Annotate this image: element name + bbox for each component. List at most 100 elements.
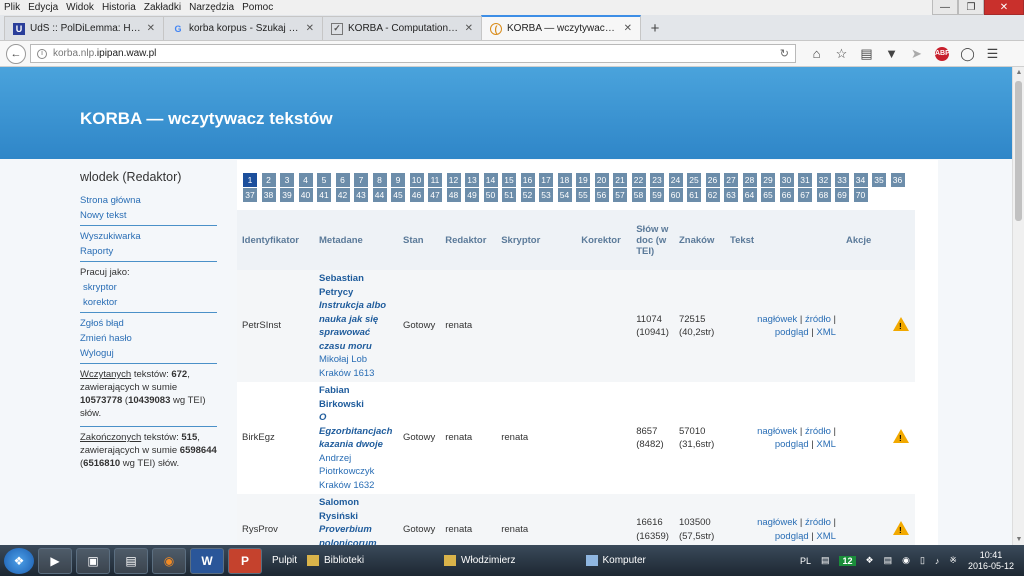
windows-start-icon[interactable]: ❖	[4, 547, 34, 574]
minimize-icon[interactable]: —	[932, 0, 958, 15]
page-link-24[interactable]: 24	[668, 173, 683, 187]
send-icon[interactable]: ➤	[904, 46, 929, 62]
page-link-52[interactable]: 52	[520, 188, 535, 202]
page-link-44[interactable]: 44	[372, 188, 387, 202]
page-link-54[interactable]: 54	[557, 188, 572, 202]
link-xml[interactable]: XML	[816, 531, 836, 542]
warning-icon[interactable]: !	[893, 520, 909, 535]
page-link-26[interactable]: 26	[705, 173, 720, 187]
link-source[interactable]: źródło	[805, 426, 831, 437]
page-link-22[interactable]: 22	[631, 173, 646, 187]
hamburger-menu-icon[interactable]: ☰	[980, 46, 1005, 62]
close-tab-icon[interactable]: ✕	[306, 23, 314, 34]
page-link-65[interactable]: 65	[761, 188, 775, 202]
adblock-plus-icon[interactable]: ABP	[935, 46, 950, 61]
page-link-48[interactable]: 48	[446, 188, 461, 202]
volume-icon[interactable]: ♪	[935, 556, 940, 566]
sidebar-link-search[interactable]: Wyszukiwarka	[80, 230, 217, 243]
link-xml[interactable]: XML	[816, 327, 836, 338]
page-link-45[interactable]: 45	[391, 188, 405, 202]
page-link-9[interactable]: 9	[391, 173, 405, 187]
link-preview[interactable]: podgląd	[775, 439, 809, 450]
page-link-18[interactable]: 18	[557, 173, 572, 187]
restore-icon[interactable]: ❐	[958, 0, 984, 15]
menu-plik[interactable]: Plik	[0, 2, 24, 13]
page-link-25[interactable]: 25	[687, 173, 701, 187]
tab-google[interactable]: G korba korpus - Szukaj w Go... ✕	[163, 16, 323, 40]
taskbar-item-wlodzimierz[interactable]: Włodzimierz	[444, 555, 516, 566]
tray-app-icon[interactable]: ▤	[821, 555, 830, 566]
page-link-67[interactable]: 67	[798, 188, 812, 202]
page-link-39[interactable]: 39	[280, 188, 294, 202]
page-link-64[interactable]: 64	[742, 188, 757, 202]
reload-icon[interactable]: ↻	[780, 47, 789, 60]
menu-pomoc[interactable]: Pomoc	[238, 2, 277, 13]
scrollbar-thumb[interactable]	[1015, 81, 1022, 221]
page-link-66[interactable]: 66	[779, 188, 794, 202]
menu-historia[interactable]: Historia	[98, 2, 140, 13]
page-link-69[interactable]: 69	[835, 188, 849, 202]
page-link-31[interactable]: 31	[798, 173, 812, 187]
chat-bubble-icon[interactable]: ◯	[955, 46, 980, 62]
page-link-13[interactable]: 13	[465, 173, 479, 187]
col-chars[interactable]: Znaków	[673, 210, 725, 270]
menu-edycja[interactable]: Edycja	[24, 2, 62, 13]
close-tab-icon[interactable]: ✕	[465, 23, 473, 34]
bookmarks-library-icon[interactable]: ▤	[854, 46, 879, 62]
page-link-58[interactable]: 58	[631, 188, 646, 202]
col-words[interactable]: Słów w doc (w TEI)	[631, 210, 674, 270]
calendar-badge[interactable]: 12	[839, 555, 856, 566]
col-meta[interactable]: Metadane	[314, 210, 398, 270]
sidebar-link-reports[interactable]: Raporty	[80, 245, 217, 258]
page-link-3[interactable]: 3	[280, 173, 294, 187]
tab-korba-cl[interactable]: ✓ KORBA - Computational Li... ✕	[322, 16, 482, 40]
sidebar-link-korektor[interactable]: korektor	[80, 296, 217, 309]
page-link-46[interactable]: 46	[409, 188, 424, 202]
toolbox-icon[interactable]: ▣	[76, 547, 110, 574]
link-source[interactable]: źródło	[805, 314, 831, 325]
page-link-20[interactable]: 20	[594, 173, 609, 187]
page-link-42[interactable]: 42	[335, 188, 350, 202]
taskbar-item-komputer[interactable]: Komputer	[585, 555, 646, 566]
link-header[interactable]: nagłówek	[757, 426, 797, 437]
col-editor[interactable]: Redaktor	[440, 210, 497, 270]
page-link-40[interactable]: 40	[298, 188, 313, 202]
col-id[interactable]: Identyfikator	[237, 210, 314, 270]
sidebar-link-logout[interactable]: Wyloguj	[80, 347, 217, 360]
page-link-29[interactable]: 29	[761, 173, 775, 187]
col-state[interactable]: Stan	[398, 210, 441, 270]
page-link-4[interactable]: 4	[298, 173, 313, 187]
page-link-60[interactable]: 60	[668, 188, 683, 202]
page-link-2[interactable]: 2	[261, 173, 276, 187]
page-link-11[interactable]: 11	[428, 173, 442, 187]
page-link-59[interactable]: 59	[650, 188, 664, 202]
home-icon[interactable]: ⌂	[804, 46, 829, 61]
media-player-icon[interactable]: ▶	[38, 547, 72, 574]
page-link-55[interactable]: 55	[576, 188, 590, 202]
menu-widok[interactable]: Widok	[62, 2, 98, 13]
windows-flag-icon[interactable]: ❖	[866, 555, 874, 566]
address-bar[interactable]: i korba.nlp.ipipan.waw.pl ↻	[30, 44, 796, 63]
page-link-53[interactable]: 53	[539, 188, 553, 202]
page-link-35[interactable]: 35	[872, 173, 886, 187]
warning-icon[interactable]: !	[893, 316, 909, 331]
page-link-30[interactable]: 30	[779, 173, 794, 187]
battery-icon[interactable]: ▯	[920, 555, 925, 566]
clock[interactable]: 10:41 2016-05-12	[968, 550, 1014, 572]
shield-icon[interactable]: ◉	[902, 555, 910, 566]
page-link-12[interactable]: 12	[446, 173, 461, 187]
page-link-68[interactable]: 68	[816, 188, 831, 202]
page-link-61[interactable]: 61	[687, 188, 701, 202]
link-xml[interactable]: XML	[816, 439, 836, 450]
sidebar-link-home[interactable]: Strona główna	[80, 194, 217, 207]
page-link-51[interactable]: 51	[502, 188, 516, 202]
site-info-icon[interactable]: i	[37, 48, 47, 59]
link-header[interactable]: nagłówek	[757, 517, 797, 528]
page-link-17[interactable]: 17	[539, 173, 553, 187]
close-tab-icon[interactable]: ✕	[147, 23, 155, 34]
page-link-57[interactable]: 57	[613, 188, 627, 202]
close-tab-icon[interactable]: ✕	[624, 23, 632, 34]
pocket-icon[interactable]: ▼	[879, 46, 904, 61]
page-link-7[interactable]: 7	[354, 173, 368, 187]
menu-narzedzia[interactable]: Narzędzia	[185, 2, 238, 13]
